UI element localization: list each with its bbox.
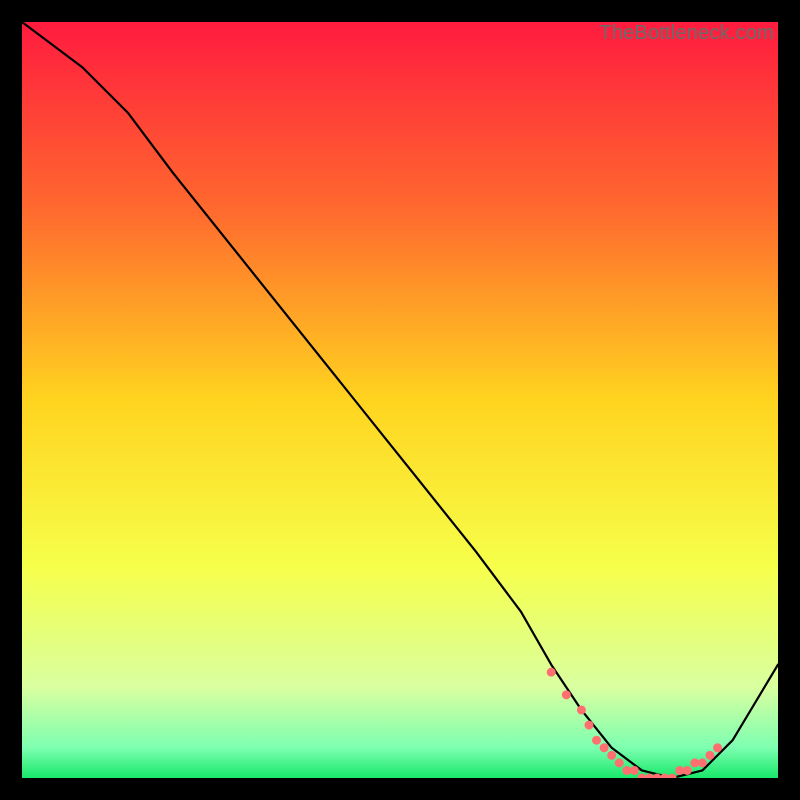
gradient-background bbox=[22, 22, 778, 778]
chart-frame: TheBottleneck.com bbox=[22, 22, 778, 778]
marker-dot bbox=[547, 668, 556, 677]
watermark-text: TheBottleneck.com bbox=[599, 22, 774, 45]
marker-dot bbox=[577, 705, 586, 714]
marker-dot bbox=[600, 743, 609, 752]
bottleneck-chart bbox=[22, 22, 778, 778]
marker-dot bbox=[683, 766, 692, 775]
marker-dot bbox=[698, 758, 707, 767]
marker-dot bbox=[592, 736, 601, 745]
marker-dot bbox=[705, 751, 714, 760]
marker-dot bbox=[713, 743, 722, 752]
marker-dot bbox=[630, 766, 639, 775]
marker-dot bbox=[562, 690, 571, 699]
marker-dot bbox=[607, 751, 616, 760]
marker-dot bbox=[585, 721, 594, 730]
marker-dot bbox=[615, 758, 624, 767]
